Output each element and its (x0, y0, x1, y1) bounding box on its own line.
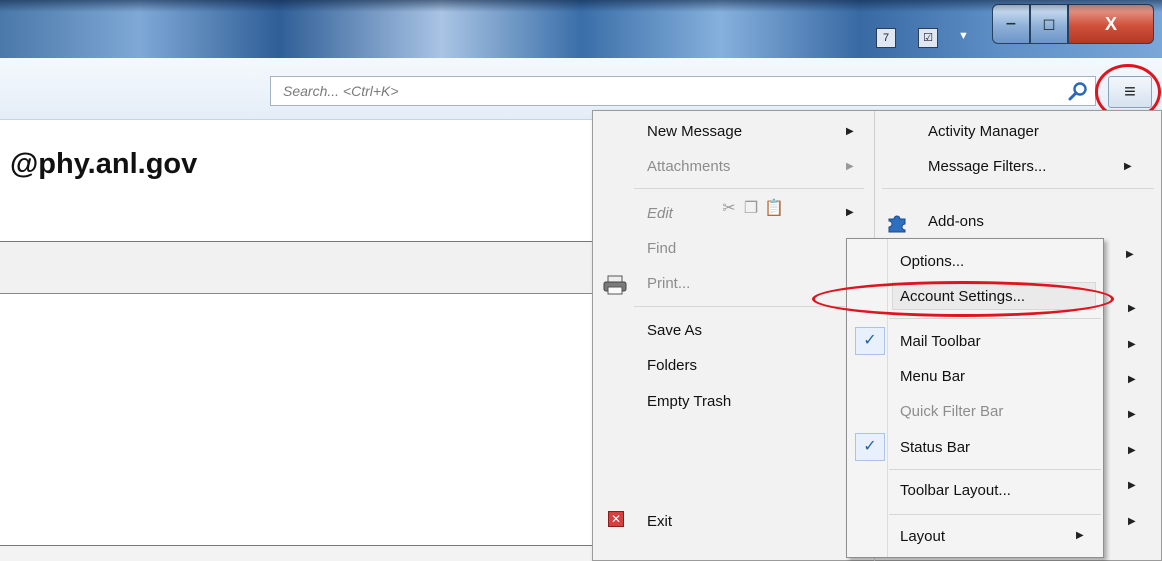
submenu-arrow-icon: ▶ (1128, 409, 1136, 420)
submenu-item-toolbar-layout[interactable]: Toolbar Layout... (900, 482, 1011, 499)
menu-item-add-ons[interactable]: Add-ons (928, 213, 984, 230)
close-button[interactable]: X (1068, 4, 1154, 44)
submenu-arrow-icon: ▶ (1076, 530, 1084, 541)
copy-icon[interactable]: ❐ (742, 198, 760, 220)
calendar-day: 7 (882, 32, 890, 44)
submenu-arrow-icon: ▶ (1128, 480, 1136, 491)
tasks-icon[interactable]: ☑ (918, 28, 938, 48)
printer-icon (603, 275, 627, 295)
menu-item-exit[interactable]: Exit (647, 513, 672, 530)
annotation-circle-account-settings (812, 281, 1114, 317)
minimize-button[interactable]: ‒ (992, 4, 1030, 44)
exit-icon: ✕ (608, 511, 624, 527)
submenu-item-menu-bar[interactable]: Menu Bar (900, 368, 965, 385)
submenu-arrow-icon: ▶ (1128, 339, 1136, 350)
calendar-icon[interactable]: 7 (876, 28, 896, 48)
menu-separator (889, 318, 1101, 319)
submenu-arrow-icon: ▶ (846, 207, 854, 218)
maximize-button[interactable]: ◻ (1030, 4, 1068, 44)
menu-item-edit[interactable]: Edit (647, 205, 673, 222)
thunderbird-window: 7 ☑ ▼ ‒ ◻ X Search... <Ctrl+K> ≡ @phy.an… (0, 0, 1162, 561)
menu-item-attachments[interactable]: Attachments (647, 158, 730, 175)
menu-item-print[interactable]: Print... (647, 275, 690, 292)
submenu-arrow-icon: ▶ (1128, 445, 1136, 456)
menu-separator (634, 188, 864, 189)
submenu-arrow-icon: ▶ (1128, 516, 1136, 527)
menu-item-save-as[interactable]: Save As (647, 322, 702, 339)
menu-item-empty-trash[interactable]: Empty Trash (647, 393, 731, 410)
window-buttons: ‒ ◻ X (992, 4, 1154, 44)
menu-item-find[interactable]: Find (647, 240, 676, 257)
search-input[interactable]: Search... <Ctrl+K> (270, 76, 1096, 106)
menu-item-new-message[interactable]: New Message (647, 123, 742, 140)
submenu-arrow-icon: ▶ (1126, 249, 1134, 260)
cut-icon[interactable]: ✂ (720, 198, 738, 220)
edit-actions: ✂ ❐ 📋 (720, 198, 784, 220)
paste-icon[interactable]: 📋 (764, 198, 784, 220)
submenu-arrow-icon: ▶ (1124, 161, 1132, 172)
submenu-arrow-icon: ▶ (1128, 303, 1136, 314)
submenu-item-status-bar[interactable]: Status Bar (900, 439, 970, 456)
submenu-item-layout[interactable]: Layout (900, 528, 945, 545)
menu-item-message-filters[interactable]: Message Filters... (928, 158, 1046, 175)
title-bar: 7 ☑ ▼ ‒ ◻ X (0, 0, 1162, 58)
submenu-arrow-icon: ▶ (846, 126, 854, 137)
submenu-item-quick-filter-bar[interactable]: Quick Filter Bar (900, 403, 1003, 420)
menu-separator (882, 188, 1154, 189)
footer-band (0, 546, 600, 561)
submenu-item-mail-toolbar[interactable]: Mail Toolbar (900, 333, 981, 350)
menu-separator (889, 469, 1101, 470)
submenu-arrow-icon: ▶ (1128, 374, 1136, 385)
check-icon: ✓ (855, 433, 885, 461)
search-icon[interactable] (1067, 80, 1089, 102)
header-band (0, 242, 600, 294)
account-title: @phy.anl.gov (10, 148, 198, 180)
menu-separator (889, 514, 1101, 515)
search-placeholder: Search... <Ctrl+K> (283, 83, 399, 99)
menu-item-folders[interactable]: Folders (647, 357, 697, 374)
chevron-down-icon[interactable]: ▼ (958, 30, 969, 42)
menu-item-activity-manager[interactable]: Activity Manager (928, 123, 1039, 140)
puzzle-icon (888, 215, 906, 233)
check-icon: ✓ (855, 327, 885, 355)
submenu-item-options[interactable]: Options... (900, 253, 964, 270)
submenu-arrow-icon: ▶ (846, 161, 854, 172)
